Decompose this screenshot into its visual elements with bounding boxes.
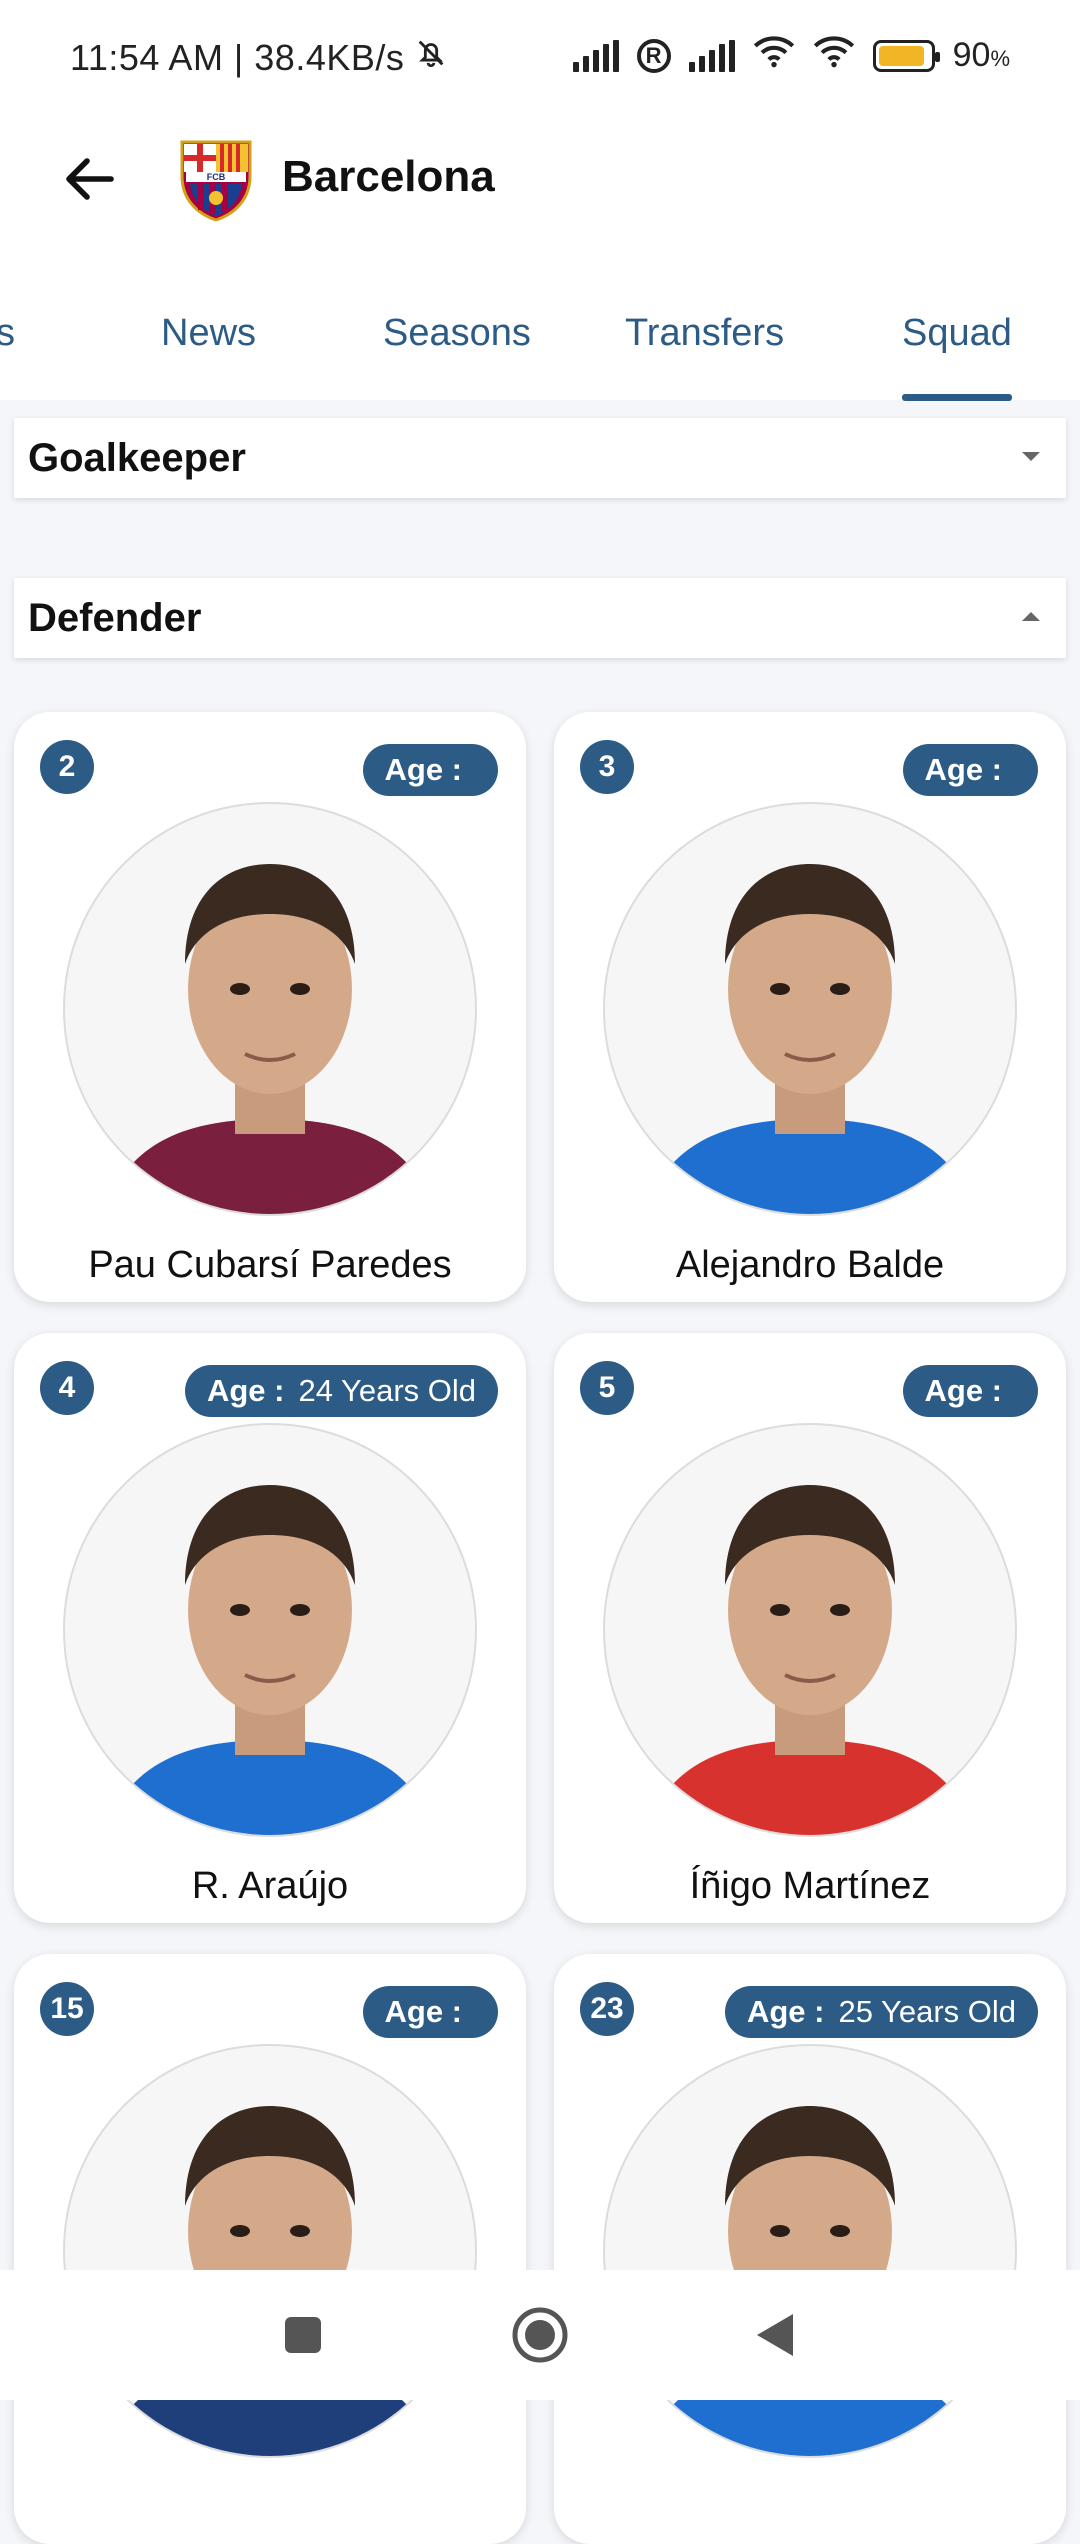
tab-partial[interactable]: s	[0, 312, 15, 355]
club-crest-logo: FCB	[176, 138, 256, 222]
player-name: Pau Cubarsí Paredes	[88, 1244, 452, 1286]
defender-section-header[interactable]: Defender	[14, 578, 1066, 658]
age-badge: Age : 25 Years Old	[724, 1986, 1038, 2038]
jersey-number-badge: 23	[580, 1982, 634, 2036]
age-badge: Age :	[362, 744, 498, 796]
player-photo	[603, 802, 1017, 1216]
square-icon	[283, 2315, 323, 2360]
tab-news[interactable]: News	[161, 312, 256, 355]
tab-transfers[interactable]: Transfers	[625, 312, 784, 355]
player-photo	[603, 1423, 1017, 1837]
player-name: Íñigo Martínez	[689, 1865, 931, 1907]
tab-seasons[interactable]: Seasons	[383, 312, 531, 355]
player-name: Alejandro Balde	[675, 1244, 945, 1286]
section-label: Defender	[28, 595, 202, 640]
age-label: Age :	[206, 1373, 285, 1408]
age-badge: Age :	[362, 1986, 498, 2038]
status-time-speed: 11:54 AM | 38.4KB/s	[70, 36, 405, 78]
page-title: Barcelona	[282, 152, 495, 201]
nav-back-button[interactable]	[740, 2302, 810, 2372]
system-nav-bar	[0, 2270, 1080, 2400]
player-card[interactable]: 4 Age : 24 Years Old R. Araújo	[14, 1333, 526, 1923]
player-card[interactable]: 23 Age : 25 Years Old	[554, 1954, 1066, 2544]
status-right: R 90%	[572, 34, 1010, 77]
player-card[interactable]: 5 Age : Íñigo Martínez	[554, 1333, 1066, 1923]
age-badge: Age :	[902, 744, 1038, 796]
age-label: Age :	[384, 752, 463, 787]
age-label: Age :	[746, 1994, 825, 2029]
age-label: Age :	[924, 1373, 1003, 1408]
player-card[interactable]: 15 Age :	[14, 1954, 526, 2544]
svg-text:FCB: FCB	[207, 172, 226, 182]
arrow-left-icon	[63, 157, 115, 206]
caret-down-icon	[1022, 452, 1040, 461]
wifi-icon	[753, 34, 795, 77]
age-badge: Age :	[902, 1365, 1038, 1417]
recents-button[interactable]	[268, 2302, 338, 2372]
age-label: Age :	[384, 1994, 463, 2029]
signal-icon-2	[688, 39, 735, 72]
home-button[interactable]	[505, 2302, 575, 2372]
back-button[interactable]	[54, 146, 124, 216]
triangle-left-icon	[753, 2310, 797, 2365]
age-badge: Age : 24 Years Old	[184, 1365, 498, 1417]
status-left: 11:54 AM | 38.4KB/s	[70, 36, 448, 79]
status-bar: 11:54 AM | 38.4KB/s R 90%	[0, 0, 1080, 120]
jersey-number-badge: 4	[40, 1361, 94, 1415]
app-bar: FCB Barcelona	[0, 120, 1080, 300]
age-value: 24 Years Old	[298, 1373, 476, 1408]
tab-bar: s News Seasons Transfers Squad	[0, 300, 1080, 401]
jersey-number-badge: 3	[580, 740, 634, 794]
circle-icon	[510, 2305, 570, 2370]
tab-squad[interactable]: Squad	[902, 312, 1012, 401]
wifi-icon-2	[813, 34, 855, 77]
player-photo	[63, 1423, 477, 1837]
goalkeeper-section-header[interactable]: Goalkeeper	[14, 418, 1066, 498]
mute-bell-icon	[414, 36, 448, 79]
roaming-icon: R	[636, 38, 671, 73]
age-value: 25 Years Old	[838, 1994, 1016, 2029]
jersey-number-badge: 2	[40, 740, 94, 794]
battery-icon	[872, 39, 940, 72]
player-name: R. Araújo	[191, 1865, 349, 1907]
jersey-number-badge: 15	[40, 1982, 94, 2036]
jersey-number-badge: 5	[580, 1361, 634, 1415]
battery-percent: 90%	[952, 36, 1010, 74]
age-label: Age :	[924, 752, 1003, 787]
signal-icon	[572, 39, 619, 72]
player-photo	[63, 802, 477, 1216]
caret-up-icon	[1022, 612, 1040, 621]
section-label: Goalkeeper	[28, 435, 246, 480]
player-card[interactable]: 3 Age : Alejandro Balde	[554, 712, 1066, 1302]
player-card[interactable]: 2 Age : Pau Cubarsí Paredes	[14, 712, 526, 1302]
